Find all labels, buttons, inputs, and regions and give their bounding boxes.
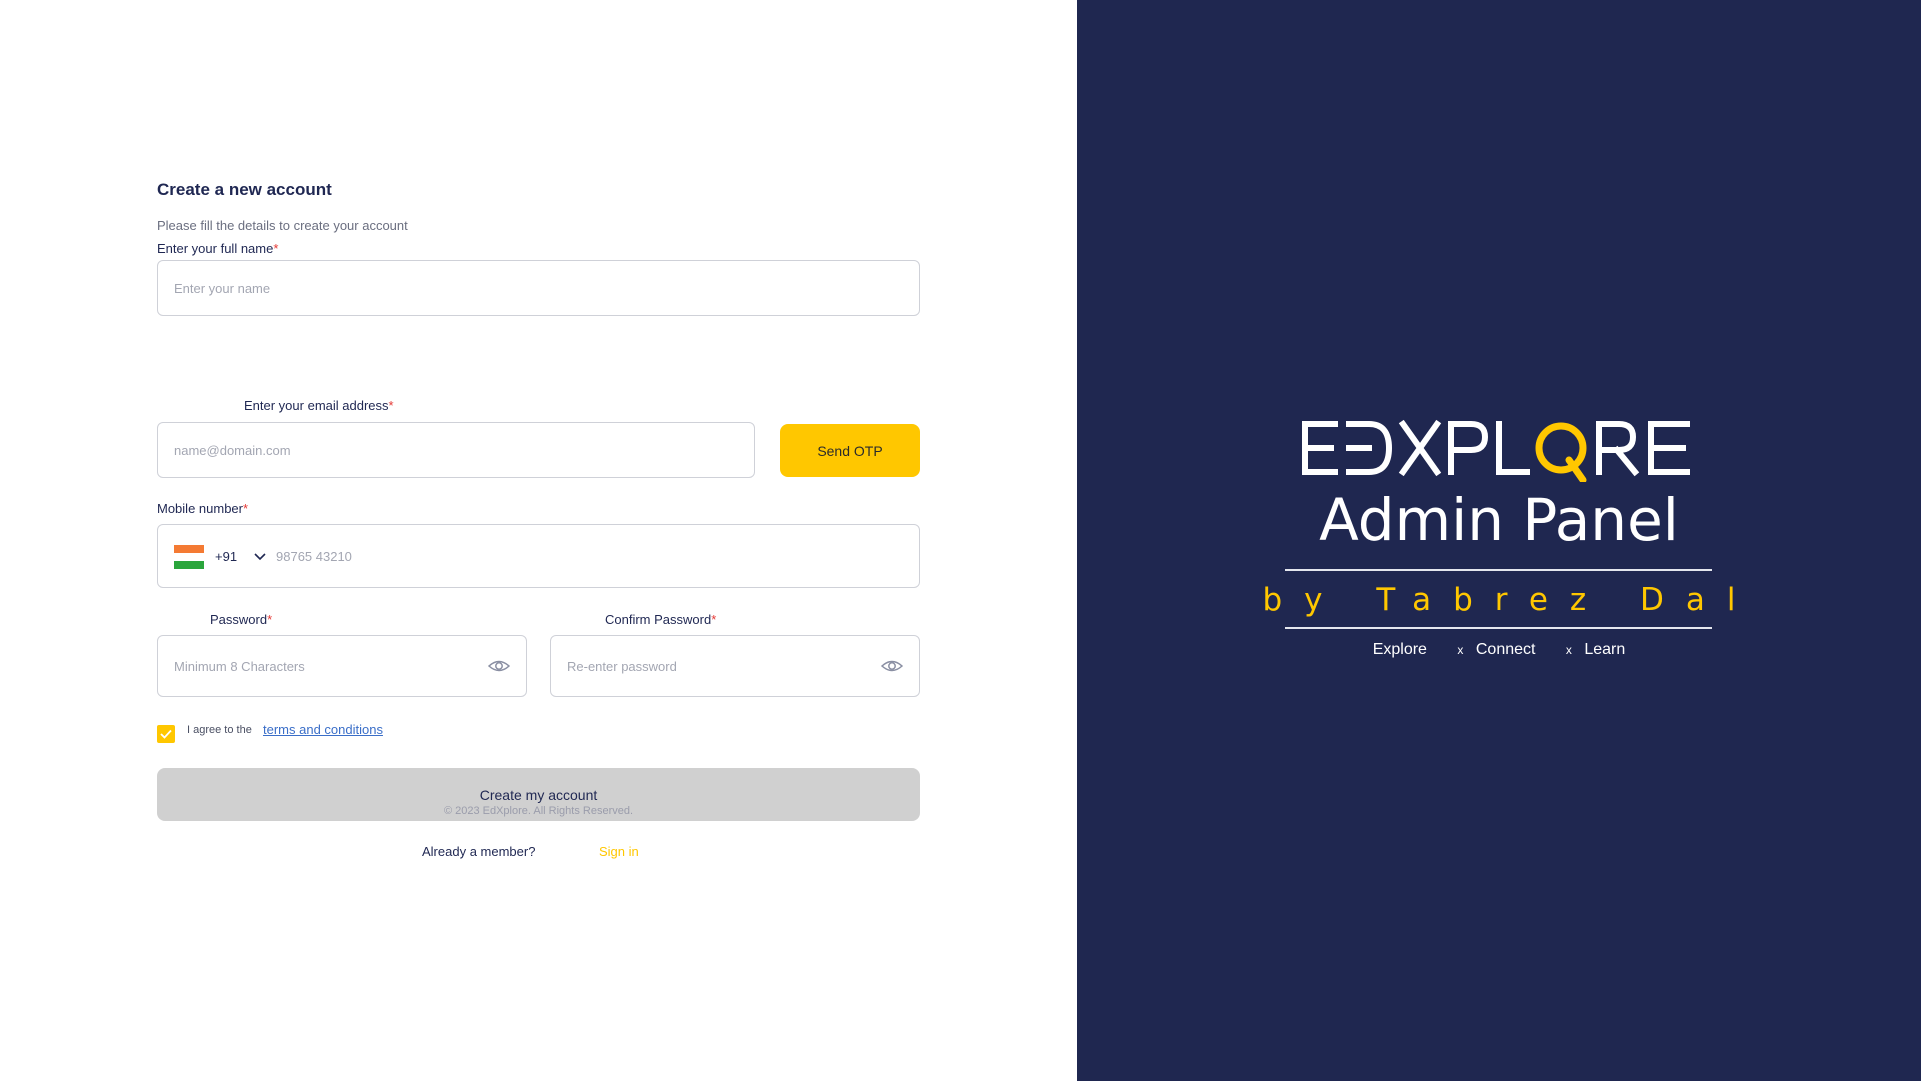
password-field[interactable] [157,635,527,697]
required-mark: * [388,398,394,413]
email-input[interactable] [158,423,754,477]
email-field[interactable] [157,422,755,478]
india-flag-icon[interactable] [174,545,204,569]
tag-learn: Learn [1584,641,1626,658]
confirm-password-field[interactable] [550,635,920,697]
eye-icon[interactable] [881,657,903,675]
admin-panel-title: Admin Panel [1319,486,1679,554]
password-label: Password* [210,612,272,627]
sign-in-link[interactable]: Sign in [599,844,639,859]
eye-icon[interactable] [488,657,510,675]
confirm-password-label-text: Confirm Password [605,612,712,627]
required-mark: * [273,241,279,256]
separator: x [1565,643,1572,657]
separator: x [1457,643,1464,657]
chevron-down-icon[interactable] [252,549,268,565]
full-name-input[interactable] [158,261,919,315]
required-mark: * [711,612,717,627]
agree-text: I agree to the [187,724,252,736]
required-mark: * [243,501,249,516]
check-icon [160,729,172,739]
full-name-field[interactable] [157,260,920,316]
required-mark: * [267,612,273,627]
already-member-text: Already a member? [422,844,536,859]
tag-explore: Explore [1372,641,1427,658]
email-label-text: Enter your email address [244,398,389,413]
password-input[interactable] [158,636,478,696]
send-otp-button[interactable]: Send OTP [780,424,920,477]
mobile-label-text: Mobile number [157,501,243,516]
email-label: Enter your email address* [244,398,394,413]
full-name-label-text: Enter your full name [157,241,274,256]
mobile-field[interactable]: +91 [157,524,920,588]
divider [1285,627,1712,629]
brand-panel: Admin Panel by Tabrez Dal Explore x Conn… [1077,0,1921,1081]
terms-link[interactable]: terms and conditions [263,722,383,737]
signup-panel: Create a new account Please fill the det… [0,0,1077,1081]
full-name-label: Enter your full name* [157,241,278,256]
terms-checkbox[interactable] [157,725,175,743]
divider [1285,569,1712,571]
copyright-footer: © 2023 EdXplore. All Rights Reserved. [443,805,634,817]
author-byline: by Tabrez Dal [1262,582,1758,618]
confirm-password-input[interactable] [551,636,871,696]
password-label-text: Password [210,612,268,627]
edxplore-logo [1077,418,1921,482]
confirm-password-label: Confirm Password* [605,612,716,627]
mobile-label: Mobile number* [157,501,248,516]
page-subtitle: Please fill the details to create your a… [157,218,408,233]
country-code[interactable]: +91 [215,549,237,564]
edxplore-logo-icon [1302,419,1690,482]
tagline: Explore x Connect x Learn [1077,641,1921,659]
mobile-input[interactable] [276,525,876,587]
tag-connect: Connect [1475,641,1536,658]
page-title: Create a new account [157,180,332,199]
